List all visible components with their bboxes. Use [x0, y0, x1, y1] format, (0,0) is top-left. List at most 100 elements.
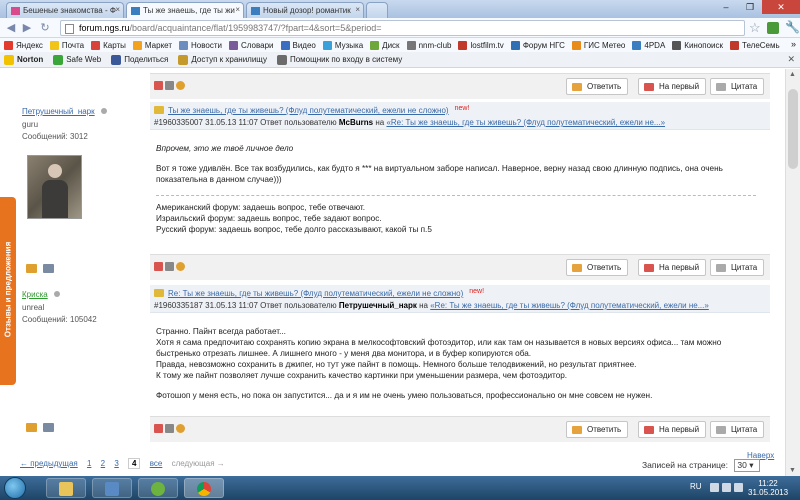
message-icon[interactable] [43, 264, 54, 273]
browser-tab-2[interactable]: Ты же знаешь, где ты жи × [126, 2, 244, 18]
taskbar-explorer[interactable] [46, 478, 86, 498]
system-clock[interactable]: 11:22 31.05.2013 [748, 479, 788, 497]
print-icon[interactable] [165, 262, 174, 271]
add-friend-icon[interactable] [26, 264, 37, 273]
reply-button[interactable]: Ответить [566, 78, 629, 95]
bookmark-item[interactable]: Кинопоиск [672, 40, 723, 50]
quote-label: Цитата [731, 263, 758, 272]
add-friend-icon[interactable] [26, 423, 37, 432]
bookmark-item[interactable]: Видео [280, 40, 316, 50]
new-tab-button[interactable] [366, 2, 388, 18]
quote-button[interactable]: Цитата [710, 78, 765, 95]
taskbar-utorrent[interactable] [138, 478, 178, 498]
norton-toolbar-item[interactable]: Доступ к хранилищу [178, 54, 267, 65]
message-icon[interactable] [43, 423, 54, 432]
warning-icon[interactable] [176, 81, 185, 90]
print-icon[interactable] [165, 81, 174, 90]
per-page-select[interactable]: 30 ▾ [734, 459, 761, 472]
reload-icon[interactable]: ↻ [38, 21, 52, 35]
quote-button[interactable]: Цитата [710, 259, 765, 276]
reply-to-link[interactable]: «Re: Ты же знаешь, где ты живешь? (Флуд … [430, 301, 709, 310]
close-tab-icon[interactable]: × [115, 5, 120, 14]
reply-to-link[interactable]: «Re: Ты же знаешь, где ты живешь? (Флуд … [386, 118, 665, 127]
close-tab-icon[interactable]: × [235, 5, 240, 14]
reply-button[interactable]: Ответить [566, 259, 629, 276]
reply-button[interactable]: Ответить [566, 421, 629, 438]
scroll-thumb[interactable] [788, 89, 798, 169]
page-scrollbar[interactable]: ▲ ▼ [785, 69, 800, 476]
bookmark-item[interactable]: 4PDA [632, 40, 665, 50]
bookmark-label: Форум НГС [522, 40, 565, 50]
first-button[interactable]: На первый [638, 259, 707, 276]
scroll-up-icon[interactable]: ▲ [789, 71, 796, 78]
warning-icon[interactable] [176, 424, 185, 433]
heart-icon[interactable] [154, 81, 163, 90]
network-icon[interactable] [722, 483, 731, 492]
feedback-tab[interactable]: Отзывы и предложения [0, 197, 16, 385]
author-name[interactable]: Криска [22, 290, 48, 299]
bookmark-item[interactable]: Маркет [132, 40, 172, 50]
author-post-count: Сообщений: 105042 [22, 315, 97, 324]
close-toolbar-icon[interactable]: ✕ [787, 54, 795, 65]
wrench-icon[interactable]: 🔧 [785, 20, 800, 34]
reply-to-user[interactable]: McBurns [339, 118, 373, 127]
all-pages-link[interactable]: все [150, 459, 163, 468]
heart-icon[interactable] [154, 424, 163, 433]
taskbar-chrome[interactable] [184, 478, 224, 498]
forward-arrow-icon[interactable]: ▶ [20, 21, 34, 35]
post-body: Впрочем, это же твоё личное дело Вот я т… [156, 143, 756, 235]
browser-tab-3[interactable]: Новый дозор! романтик × [246, 2, 364, 18]
address-bar[interactable]: forum.ngs.ru/board/acquaintance/flat/195… [60, 20, 745, 36]
bookmark-star-icon[interactable]: ☆ [749, 20, 761, 36]
extension-icon[interactable] [767, 22, 779, 34]
post-title[interactable]: Re: Ты же знаешь, где ты живешь? (Флуд п… [168, 289, 463, 298]
page-link[interactable]: 1 [87, 459, 91, 468]
heart-icon[interactable] [154, 262, 163, 271]
quote-button[interactable]: Цитата [710, 421, 765, 438]
print-icon[interactable] [165, 424, 174, 433]
prev-page-link[interactable]: ← предыдущая [20, 459, 78, 468]
bookmark-item[interactable]: Новости [179, 40, 222, 50]
bookmark-item[interactable]: Словари [228, 40, 274, 50]
maximize-icon[interactable]: ❐ [738, 0, 762, 14]
bookmark-item[interactable]: ГИС Метео [571, 40, 625, 50]
bookmark-item[interactable]: nnm-club [406, 40, 451, 50]
bookmark-item[interactable]: Карты [91, 40, 126, 50]
tray-flag-icon[interactable] [710, 483, 719, 492]
author-tools [26, 264, 54, 273]
minimize-icon[interactable]: – [714, 0, 738, 14]
bookmark-item[interactable]: Музыка [322, 40, 363, 50]
bookmark-item[interactable]: lostfilm.tv [458, 40, 504, 50]
bookmark-item[interactable]: Диск [370, 40, 400, 50]
browser-tab-1[interactable]: Бешеные знакомства - Ф × [6, 2, 124, 18]
bookmark-icon [571, 40, 581, 50]
back-arrow-icon[interactable]: ◀ [4, 21, 18, 35]
warning-icon[interactable] [176, 262, 185, 271]
reply-to-user[interactable]: Петрушечный_нарк [339, 301, 417, 310]
norton-toolbar-item[interactable]: Помощник по входу в систему [276, 54, 402, 65]
norton-toolbar-item[interactable]: Safe Web [53, 54, 101, 65]
first-button[interactable]: На первый [638, 421, 707, 438]
language-indicator[interactable]: RU [690, 482, 702, 491]
volume-icon[interactable] [734, 483, 743, 492]
norton-toolbar-item[interactable]: Поделиться [111, 54, 168, 65]
post-meta: #1960335007 31.05.13 11:07 Ответ пользов… [154, 118, 665, 127]
post-title[interactable]: Ты же знаешь, где ты живешь? (Флуд полут… [168, 106, 449, 115]
signature-divider [156, 195, 756, 196]
bookmark-item[interactable]: ТелеСемь [730, 40, 780, 50]
first-button[interactable]: На первый [638, 78, 707, 95]
bookmark-item[interactable]: Форум НГС [510, 40, 565, 50]
first-label: На первый [659, 263, 700, 272]
norton-toolbar-item[interactable]: Norton [4, 54, 43, 65]
close-tab-icon[interactable]: × [355, 5, 360, 14]
bookmark-item[interactable]: Почта [49, 40, 84, 50]
taskbar-media[interactable] [92, 478, 132, 498]
scroll-down-icon[interactable]: ▼ [789, 467, 796, 474]
start-button[interactable] [4, 477, 26, 499]
close-window-icon[interactable]: ✕ [762, 0, 800, 14]
more-bookmarks-icon[interactable]: » [791, 39, 796, 49]
bookmark-item[interactable]: Яндекс [4, 40, 43, 50]
page-link[interactable]: 2 [101, 459, 105, 468]
author-name[interactable]: Петрушечный_нарк [22, 107, 95, 116]
page-link[interactable]: 3 [114, 459, 118, 468]
